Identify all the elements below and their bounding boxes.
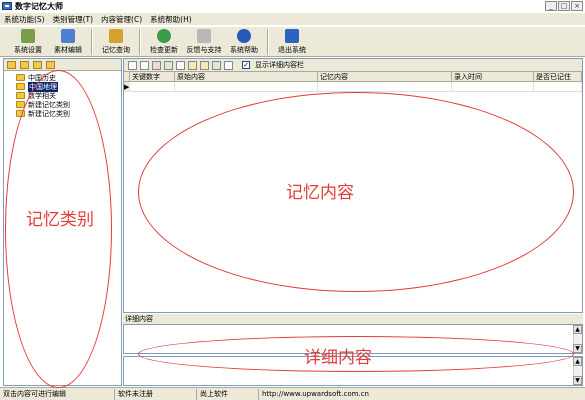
- app-icon: [2, 2, 12, 10]
- column-key-number[interactable]: 关键数字: [130, 72, 175, 81]
- delete-entry-icon[interactable]: [152, 60, 161, 70]
- check-update-label: 检查更新: [150, 46, 178, 54]
- toolbar-separator: [267, 29, 269, 55]
- import-icon[interactable]: [164, 60, 173, 70]
- export-icon[interactable]: [212, 60, 221, 70]
- edit-icon: [61, 29, 75, 43]
- add-category-icon[interactable]: [7, 60, 16, 69]
- table-row[interactable]: ▶: [124, 82, 582, 92]
- table-cell[interactable]: [175, 82, 318, 91]
- system-settings-button[interactable]: 系统设置: [8, 27, 48, 56]
- edit-entry-icon[interactable]: [140, 60, 149, 70]
- edit-category-icon[interactable]: [33, 60, 42, 69]
- folder-icon: [16, 83, 25, 90]
- menu-category[interactable]: 类别管理(T): [53, 14, 93, 25]
- content-annotation-oval: [138, 92, 574, 292]
- scroll-up-button[interactable]: ▲: [573, 325, 582, 334]
- mail-icon: [197, 29, 211, 43]
- status-hint: 双击内容可进行编辑: [0, 388, 115, 400]
- material-edit-label: 素材编辑: [54, 46, 82, 54]
- status-company: 尚上软件: [197, 388, 259, 400]
- detail-section-label: 详细内容: [123, 314, 583, 324]
- review-icon[interactable]: [188, 60, 197, 70]
- table-header: 关键数字 原始内容 记忆内容 录入时间 是否已记住: [124, 72, 582, 82]
- folder-icon: [16, 74, 25, 81]
- scroll-down-button[interactable]: ▼: [573, 344, 582, 353]
- table-cell[interactable]: [534, 82, 582, 91]
- toolbar-separator: [139, 29, 141, 55]
- toolbar-separator: [91, 29, 93, 55]
- print-icon[interactable]: [176, 60, 185, 70]
- content-toolbar: ✓ 显示详细内容栏: [124, 59, 582, 72]
- table-cell[interactable]: [452, 82, 534, 91]
- window-controls: _ □ ×: [545, 1, 583, 11]
- delete-category-icon[interactable]: [46, 60, 55, 69]
- add-subcategory-icon[interactable]: [20, 60, 29, 69]
- table-cell[interactable]: [130, 82, 175, 91]
- check-update-button[interactable]: 检查更新: [144, 27, 184, 56]
- maximize-button[interactable]: □: [558, 1, 570, 11]
- update-icon: [157, 29, 171, 43]
- menu-system[interactable]: 系统功能(S): [4, 14, 45, 25]
- help-icon: [237, 29, 251, 43]
- scroll-up-button[interactable]: ▲: [573, 357, 582, 366]
- help-icon[interactable]: [224, 60, 233, 70]
- detail-scrollbar[interactable]: ▲ ▼: [573, 357, 582, 385]
- menu-content[interactable]: 内容管理(C): [101, 14, 142, 25]
- column-original-content[interactable]: 原始内容: [175, 72, 318, 81]
- title-bar: 数字记忆大师 _ □ ×: [0, 0, 585, 12]
- column-memorized[interactable]: 是否已记住: [534, 72, 582, 81]
- close-button[interactable]: ×: [571, 1, 583, 11]
- exit-icon: [285, 29, 299, 43]
- content-annotation-label: 记忆内容: [286, 183, 354, 203]
- column-memory-content[interactable]: 记忆内容: [318, 72, 452, 81]
- help-label: 系统帮助: [230, 46, 258, 54]
- status-registration: 软件未注册: [115, 388, 197, 400]
- status-website[interactable]: http://www.upwardsoft.com.cn: [259, 389, 585, 400]
- minimize-button[interactable]: _: [545, 1, 557, 11]
- folder-icon: [16, 92, 25, 99]
- query-icon: [109, 29, 123, 43]
- show-detail-label: 显示详细内容栏: [255, 61, 304, 69]
- category-annotation-label: 记忆类别: [26, 210, 94, 230]
- exit-button[interactable]: 退出系统: [272, 27, 312, 56]
- column-entry-time[interactable]: 录入时间: [452, 72, 534, 81]
- table-cell[interactable]: [318, 82, 452, 91]
- feedback-button[interactable]: 反馈与支持: [184, 27, 224, 56]
- main-toolbar: 系统设置 素材编辑 记忆查询 检查更新 反馈与支持 系统帮助 退出系统: [0, 26, 585, 57]
- memory-query-label: 记忆查询: [102, 46, 130, 54]
- exit-label: 退出系统: [278, 46, 306, 54]
- window-title: 数字记忆大师: [15, 1, 63, 11]
- test-icon[interactable]: [200, 60, 209, 70]
- detail-annotation-label: 详细内容: [304, 348, 372, 368]
- help-button[interactable]: 系统帮助: [224, 27, 264, 56]
- memory-query-button[interactable]: 记忆查询: [96, 27, 136, 56]
- feedback-label: 反馈与支持: [186, 46, 222, 54]
- status-bar: 双击内容可进行编辑 软件未注册 尚上软件 http://www.upwardso…: [0, 387, 585, 400]
- menu-bar: 系统功能(S) 类别管理(T) 内容管理(C) 系统帮助(H): [0, 13, 585, 25]
- category-toolbar: [4, 59, 121, 71]
- new-entry-icon[interactable]: [128, 60, 137, 70]
- show-detail-checkbox[interactable]: ✓: [242, 61, 250, 69]
- menu-help[interactable]: 系统帮助(H): [150, 14, 192, 25]
- detail-scrollbar[interactable]: ▲ ▼: [573, 325, 582, 353]
- settings-icon: [21, 29, 35, 43]
- scroll-down-button[interactable]: ▼: [573, 376, 582, 385]
- system-settings-label: 系统设置: [14, 46, 42, 54]
- material-edit-button[interactable]: 素材编辑: [48, 27, 88, 56]
